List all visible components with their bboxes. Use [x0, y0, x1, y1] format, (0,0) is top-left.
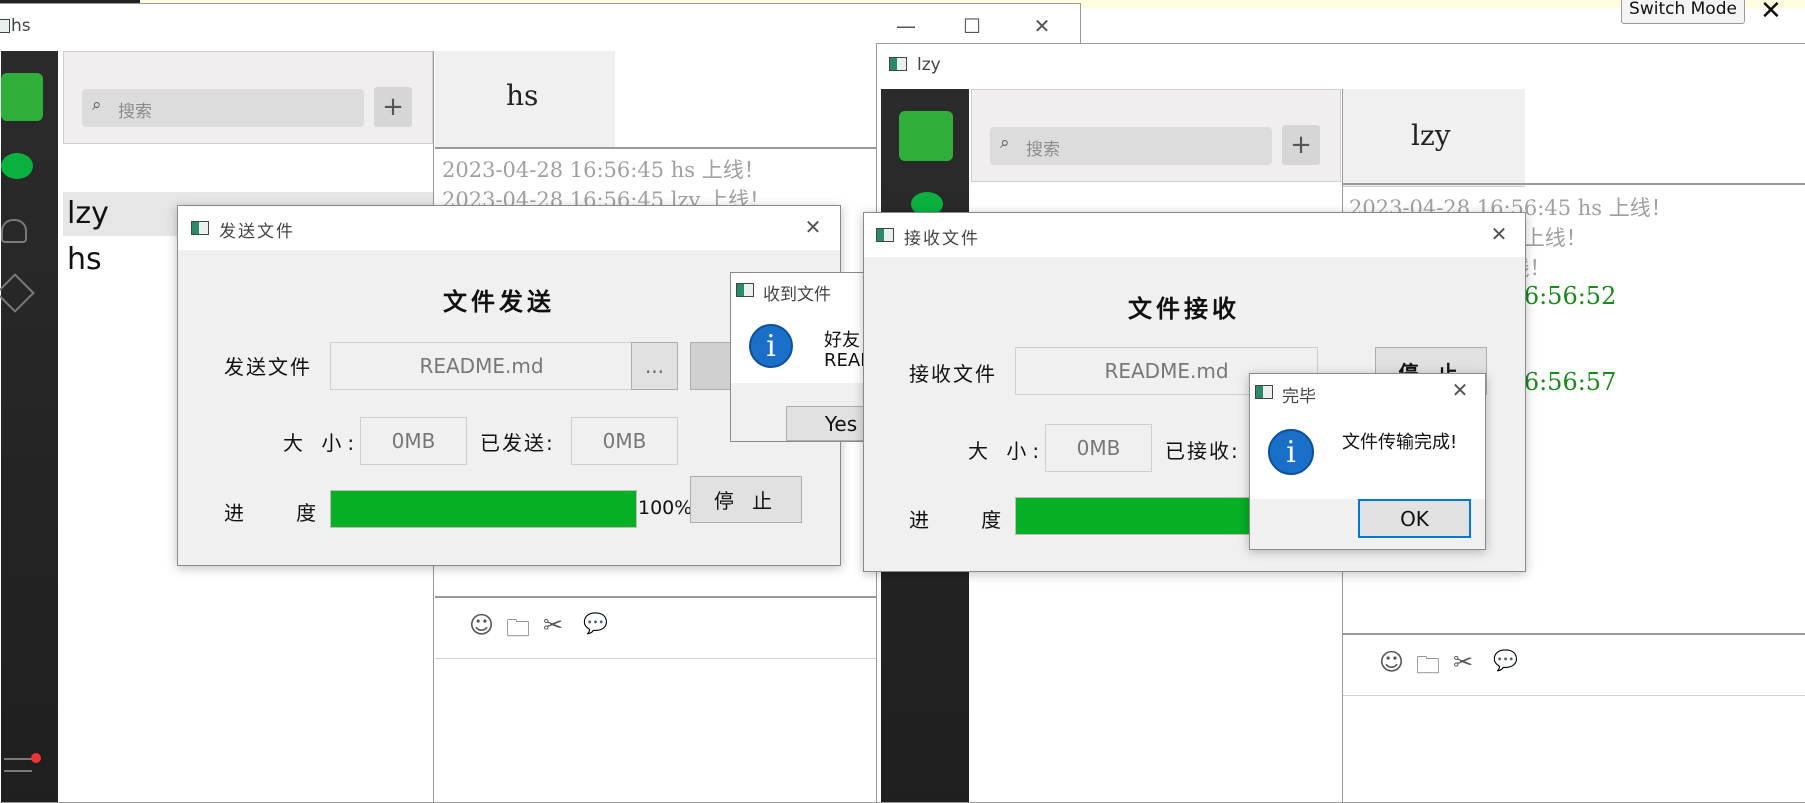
menu-icon[interactable]	[4, 758, 32, 772]
size-field: 0MB	[360, 417, 467, 465]
ok-button[interactable]: OK	[1358, 499, 1471, 538]
maximize-button[interactable]: ☐	[957, 14, 987, 38]
app-icon	[0, 19, 10, 33]
app-icon	[191, 221, 209, 235]
send-progress-bar	[330, 490, 637, 528]
user-avatar[interactable]	[899, 111, 953, 161]
window-title: lzy	[917, 55, 941, 75]
scissors-icon[interactable]: ✂	[543, 611, 563, 639]
close-button[interactable]: ✕	[1484, 222, 1514, 246]
sent-label: 已发送:	[480, 431, 555, 455]
folder-icon[interactable]: 🗀	[506, 611, 530, 652]
box-icon[interactable]	[0, 273, 35, 313]
chat-header: lzy	[1343, 89, 1525, 187]
messagebox-text: 好友	[824, 330, 860, 351]
info-icon: i	[1268, 429, 1314, 475]
info-icon: i	[749, 324, 793, 368]
lzy-search-area: ⌕ 搜索 +	[971, 89, 1341, 182]
dialog-title: 收到文件	[763, 285, 831, 305]
user-avatar[interactable]	[1, 73, 43, 121]
progress-label: 进 度	[909, 508, 1004, 532]
stop-button[interactable]: 停 止	[690, 476, 802, 523]
app-icon	[736, 283, 754, 297]
search-input[interactable]: ⌕ 搜索	[990, 127, 1272, 165]
messagebox-text: 文件传输完成!	[1342, 432, 1458, 453]
search-placeholder: 搜索	[118, 102, 152, 122]
scissors-icon[interactable]: ✂	[1453, 648, 1473, 676]
close-icon[interactable]: ✕	[1760, 0, 1782, 26]
contacts-icon[interactable]	[1, 219, 27, 243]
received-label: 已接收:	[1165, 439, 1240, 463]
contact-name: lzy	[67, 196, 109, 231]
progress-fill	[331, 491, 636, 527]
add-button[interactable]: +	[374, 87, 412, 127]
close-button[interactable]: ✕	[1027, 14, 1057, 38]
dialog-title: 完毕	[1282, 387, 1316, 407]
dialog-heading: 文件发送	[443, 288, 555, 316]
folder-icon[interactable]: 🗀	[1416, 648, 1440, 689]
search-icon: ⌕	[1000, 133, 1010, 153]
search-icon: ⌕	[92, 95, 102, 115]
contact-name: hs	[67, 242, 102, 277]
size-label: 大 小:	[968, 439, 1046, 463]
chat-title: hs	[506, 79, 539, 112]
dialog-titlebar: 完毕 ✕	[1250, 374, 1485, 410]
browse-button[interactable]: ...	[631, 342, 678, 390]
sent-field: 0MB	[571, 417, 678, 465]
app-icon	[889, 57, 907, 71]
progress-label: 进 度	[224, 501, 319, 525]
search-placeholder: 搜索	[1026, 140, 1060, 160]
chat-record-icon[interactable]: 💬	[1493, 648, 1518, 672]
window-title: hs	[11, 16, 31, 36]
chat-title: lzy	[1411, 119, 1451, 152]
chat-record-icon[interactable]: 💬	[583, 611, 608, 635]
chat-icon[interactable]	[1, 153, 33, 179]
emoji-icon[interactable]: ☺	[1379, 648, 1404, 676]
send-file-label: 发送文件	[224, 355, 312, 379]
minimize-button[interactable]: —	[891, 14, 921, 38]
chat-header-divider	[1343, 183, 1805, 185]
app-icon	[876, 228, 894, 242]
notification-dot	[31, 753, 41, 763]
dialog-title: 接收文件	[904, 229, 980, 249]
hs-sidebar	[0, 51, 58, 802]
app-icon	[1255, 385, 1273, 399]
add-button[interactable]: +	[1282, 125, 1320, 165]
close-button[interactable]: ✕	[798, 215, 828, 239]
transfer-complete-messagebox: 完毕 ✕ i 文件传输完成! OK	[1249, 373, 1486, 550]
dialog-heading: 文件接收	[1128, 295, 1240, 323]
progress-percent: 100%	[638, 497, 693, 519]
chat-message: 2023-04-28 16:56:45 hs 上线！	[442, 158, 765, 182]
emoji-icon[interactable]: ☺	[469, 611, 494, 639]
file-name-field[interactable]: README.md	[330, 342, 633, 390]
hs-search-area: ⌕ 搜索 +	[63, 51, 433, 144]
dialog-titlebar: 接收文件 ✕	[864, 213, 1525, 257]
size-field: 0MB	[1045, 424, 1152, 472]
chat-toolbar: ☺ 🗀 ✂ 💬	[1343, 633, 1805, 696]
size-label: 大 小:	[283, 431, 361, 455]
close-button[interactable]: ✕	[1445, 378, 1475, 402]
dialog-title: 发送文件	[219, 222, 295, 242]
dialog-titlebar: 发送文件 ✕	[178, 206, 840, 250]
search-input[interactable]: ⌕ 搜索	[82, 89, 364, 127]
chat-header: hs	[435, 51, 615, 148]
lzy-window-titlebar: lzy	[877, 44, 1805, 88]
receive-file-label: 接收文件	[909, 362, 997, 386]
switch-mode-button[interactable]: Switch Mode	[1621, 0, 1745, 24]
